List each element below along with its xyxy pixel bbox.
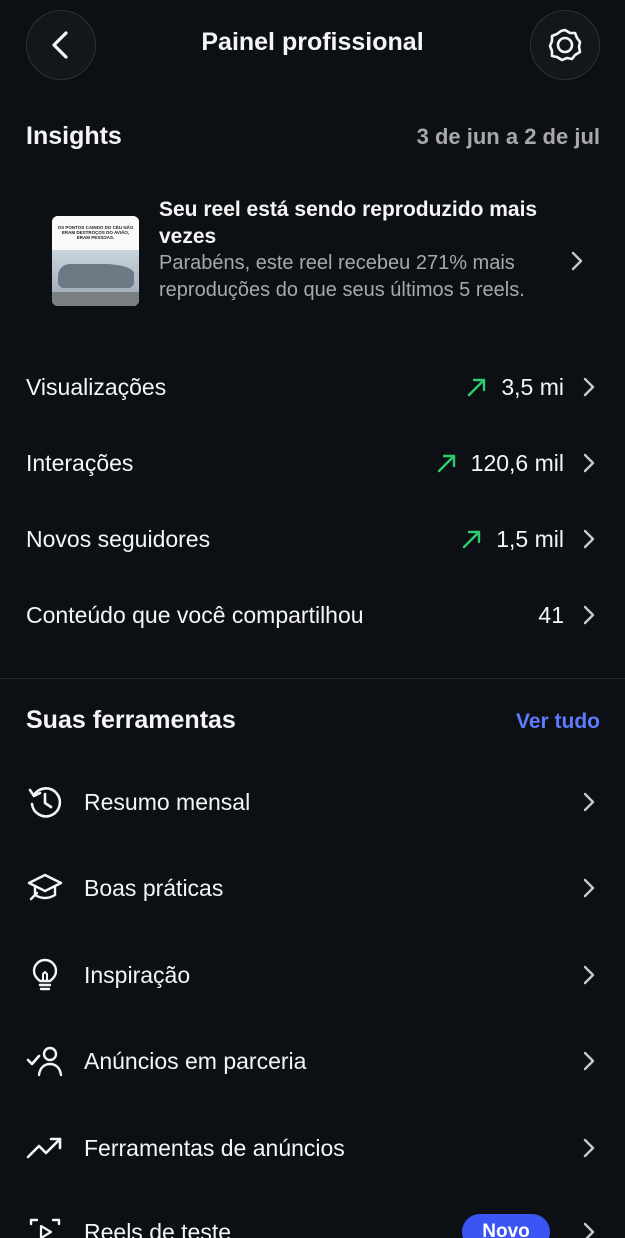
trend-up-icon [437,454,455,473]
gear-icon [548,28,582,62]
chevron-right-icon [583,377,595,397]
trend-up-icon [468,378,486,397]
chevron-right-icon [583,965,595,985]
see-all-link[interactable]: Ver tudo [516,710,600,734]
tool-label: Anúncios em parceria [84,1047,307,1074]
metric-value: 1,5 mil [496,525,564,552]
history-icon [26,783,64,821]
chevron-right-icon [583,1222,595,1238]
tool-item-trial-reels[interactable]: Reels de teste Novo [26,1202,600,1238]
chevron-right-icon [583,878,595,898]
reel-thumbnail: OS PONTOS CAINDO DO CÉU NÃO ERAM DESTROÇ… [52,216,139,306]
chevron-right-icon [583,605,595,625]
chevron-right-icon [571,251,583,271]
metric-row-interactions[interactable]: Interações 120,6 mil [26,435,600,491]
tool-item-partnership-ads[interactable]: Anúncios em parceria [26,1031,600,1091]
trending-up-icon [26,1129,64,1167]
tools-header: Suas ferramentas Ver tudo [26,706,600,735]
lightbulb-icon [26,956,64,994]
tools-title: Suas ferramentas [26,706,236,734]
metric-row-views[interactable]: Visualizações 3,5 mi [26,359,600,415]
insights-title: Insights [26,122,122,150]
thumbnail-caption: OS PONTOS CAINDO DO CÉU NÃO ERAM DESTROÇ… [57,225,134,240]
chevron-right-icon [583,529,595,549]
tool-label: Boas práticas [84,874,224,901]
metric-value: 120,6 mil [470,449,564,476]
chevron-right-icon [583,1138,595,1158]
chevron-right-icon [583,1051,595,1071]
reel-card-body: Parabéns, este reel recebeu 271% mais re… [159,252,525,301]
tool-label: Inspiração [84,961,191,988]
metric-label: Conteúdo que você compartilhou [26,601,364,628]
metric-label: Interações [26,449,134,476]
new-badge: Novo [462,1214,550,1238]
top-bar: Painel profissional [0,0,625,90]
reel-insight-card[interactable]: OS PONTOS CAINDO DO CÉU NÃO ERAM DESTROÇ… [26,192,600,332]
metric-row-new-followers[interactable]: Novos seguidores 1,5 mil [26,511,600,567]
section-divider [0,678,625,679]
date-range[interactable]: 3 de jun a 2 de jul [417,124,600,150]
tool-item-best-practices[interactable]: Boas práticas [26,858,600,918]
metric-value: 3,5 mi [501,373,564,400]
reel-card-title: Seu reel está sendo reproduzido mais vez… [159,198,538,248]
tool-label: Resumo mensal [84,788,251,815]
trend-up-icon [463,530,481,549]
settings-button[interactable] [530,10,600,80]
chevron-right-icon [583,792,595,812]
graduation-cap-icon [26,869,64,907]
tool-item-monthly-summary[interactable]: Resumo mensal [26,772,600,832]
metric-value: 41 [538,601,564,628]
tool-item-ad-tools[interactable]: Ferramentas de anúncios [26,1118,600,1178]
metric-label: Novos seguidores [26,525,211,552]
chevron-right-icon [583,453,595,473]
metric-row-content-shared[interactable]: Conteúdo que você compartilhou 41 [26,587,600,643]
metric-label: Visualizações [26,373,167,400]
tool-item-inspiration[interactable]: Inspiração [26,945,600,1005]
tool-label: Ferramentas de anúncios [84,1134,345,1161]
person-check-icon [26,1042,64,1080]
insights-header: Insights 3 de jun a 2 de jul [26,122,600,151]
test-reel-icon [26,1213,64,1238]
